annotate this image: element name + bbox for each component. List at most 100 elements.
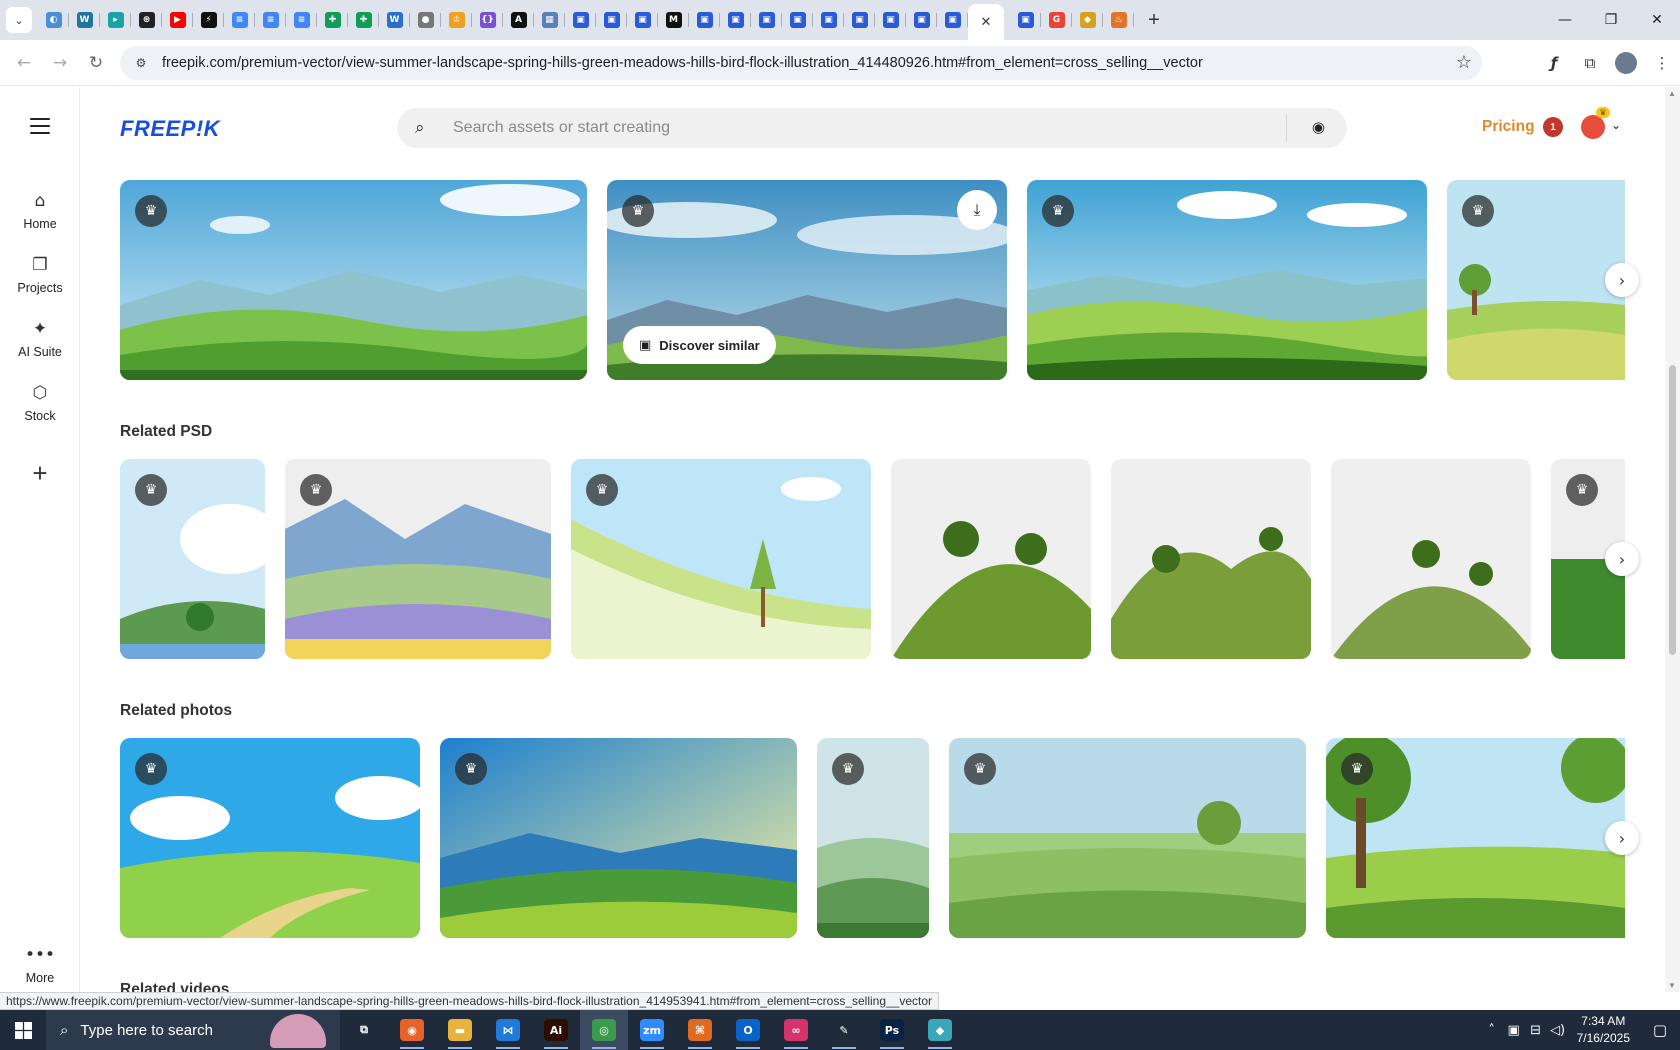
- scrollbar-thumb[interactable]: [1669, 365, 1676, 655]
- vector-card[interactable]: ♛: [1447, 180, 1625, 380]
- taskbar-app[interactable]: ∞: [772, 1010, 820, 1050]
- camera-search-icon[interactable]: ◉: [1312, 118, 1325, 136]
- browser-tab[interactable]: ▣: [875, 0, 906, 40]
- extension-f-icon[interactable]: ƒ: [1536, 45, 1572, 81]
- page-scrollbar[interactable]: ▲ ▼: [1665, 87, 1680, 992]
- taskbar-app[interactable]: Ps: [868, 1010, 916, 1050]
- notification-badge[interactable]: 1: [1543, 117, 1563, 137]
- taskbar-app[interactable]: O: [724, 1010, 772, 1050]
- windows-start-icon[interactable]: [0, 1010, 46, 1050]
- browser-tab[interactable]: ▣: [937, 0, 968, 40]
- browser-tab[interactable]: W: [69, 0, 100, 40]
- address-bar[interactable]: ⚙ freepik.com/premium-vector/view-summer…: [120, 46, 1482, 80]
- browser-tab[interactable]: ✚: [348, 0, 379, 40]
- browser-tab[interactable]: ▣: [906, 0, 937, 40]
- minimize-icon[interactable]: —: [1542, 0, 1588, 40]
- sidebar-item-home[interactable]: ⌂ Home: [0, 191, 80, 231]
- browser-tab[interactable]: ◆: [1072, 0, 1103, 40]
- vector-card[interactable]: ♛: [120, 180, 587, 380]
- bookmark-star-icon[interactable]: ☆: [1456, 52, 1472, 73]
- psd-card[interactable]: ♛: [285, 459, 551, 659]
- taskbar-app[interactable]: ▬: [436, 1010, 484, 1050]
- vector-card[interactable]: ♛ ⤓ ▣ Discover similar: [607, 180, 1007, 380]
- browser-tab[interactable]: ▸: [100, 0, 131, 40]
- browser-tab[interactable]: ▣: [596, 0, 627, 40]
- browser-tab[interactable]: A: [503, 0, 534, 40]
- scroll-down-icon[interactable]: ▼: [1668, 981, 1676, 990]
- chevron-up-icon[interactable]: ˄: [1481, 1023, 1503, 1038]
- notifications-icon[interactable]: ▢: [1640, 1021, 1680, 1039]
- taskbar-app[interactable]: zm: [628, 1010, 676, 1050]
- taskbar-app[interactable]: ⋈: [484, 1010, 532, 1050]
- photo-card[interactable]: ♛: [1326, 738, 1625, 938]
- browser-tab[interactable]: ▣: [844, 0, 875, 40]
- pricing-link[interactable]: Pricing: [1482, 118, 1535, 136]
- extensions-puzzle-icon[interactable]: ⧉: [1572, 45, 1608, 81]
- taskbar-app[interactable]: ⧉: [340, 1010, 388, 1050]
- browser-tab[interactable]: W: [379, 0, 410, 40]
- active-tab[interactable]: ✕: [968, 4, 1004, 40]
- profile-avatar[interactable]: [1615, 52, 1637, 74]
- browser-tab[interactable]: ◐: [38, 0, 69, 40]
- restore-icon[interactable]: ❐: [1588, 0, 1634, 40]
- carousel-next-button[interactable]: ›: [1605, 821, 1639, 855]
- sidebar-item-ai-suite[interactable]: ✦ AI Suite: [0, 319, 80, 359]
- sidebar-item-more[interactable]: ••• More: [0, 945, 80, 985]
- psd-card[interactable]: ♛: [571, 459, 871, 659]
- browser-tab[interactable]: ▣: [1010, 0, 1041, 40]
- sidebar-item-projects[interactable]: ❐ Projects: [0, 255, 80, 295]
- browser-tab[interactable]: ▶: [162, 0, 193, 40]
- taskbar-app[interactable]: ◎: [580, 1010, 628, 1050]
- scroll-up-icon[interactable]: ▲: [1668, 89, 1676, 98]
- taskbar-search[interactable]: ⌕ Type here to search: [46, 1010, 340, 1050]
- chevron-down-icon[interactable]: ⌄: [1611, 118, 1621, 132]
- browser-tab[interactable]: ⚡: [193, 0, 224, 40]
- carousel-next-button[interactable]: ›: [1605, 263, 1639, 297]
- browser-tab[interactable]: ▣: [627, 0, 658, 40]
- reload-icon[interactable]: ↻: [78, 45, 114, 81]
- browser-tab[interactable]: {}: [472, 0, 503, 40]
- browser-tab[interactable]: ▣: [565, 0, 596, 40]
- browser-tab[interactable]: ⊛: [131, 0, 162, 40]
- search-input[interactable]: [453, 108, 1253, 148]
- taskbar-app[interactable]: ✎: [820, 1010, 868, 1050]
- browser-tab[interactable]: G: [1041, 0, 1072, 40]
- browser-tab[interactable]: ▣: [782, 0, 813, 40]
- download-icon[interactable]: ⤓: [957, 190, 997, 230]
- browser-tab[interactable]: ≡: [286, 0, 317, 40]
- url-text[interactable]: freepik.com/premium-vector/view-summer-l…: [162, 55, 1203, 71]
- meet-now-icon[interactable]: ▣: [1503, 1023, 1525, 1038]
- psd-card[interactable]: [1331, 459, 1531, 659]
- site-settings-icon[interactable]: ⚙: [126, 56, 156, 70]
- browser-tab[interactable]: ♨: [1103, 0, 1134, 40]
- sidebar-item-stock[interactable]: ⬡ Stock: [0, 383, 80, 423]
- tab-search-icon[interactable]: ⌄: [6, 7, 32, 33]
- forward-icon[interactable]: →: [42, 45, 78, 81]
- volume-icon[interactable]: ◁): [1547, 1023, 1569, 1038]
- user-avatar[interactable]: ♛: [1581, 107, 1610, 139]
- browser-tab[interactable]: ▣: [720, 0, 751, 40]
- network-icon[interactable]: ⊟: [1525, 1023, 1547, 1038]
- browser-tab[interactable]: ●: [410, 0, 441, 40]
- freepik-logo[interactable]: FREEP!K: [120, 116, 220, 142]
- close-tab-icon[interactable]: ✕: [981, 15, 992, 30]
- browser-tab[interactable]: ≡: [224, 0, 255, 40]
- taskbar-app[interactable]: Ai: [532, 1010, 580, 1050]
- taskbar-app[interactable]: ⌘: [676, 1010, 724, 1050]
- new-tab-button[interactable]: +: [1140, 6, 1168, 34]
- photo-card[interactable]: ♛: [817, 738, 929, 938]
- psd-card[interactable]: [1111, 459, 1311, 659]
- hamburger-menu-icon[interactable]: [30, 118, 50, 139]
- browser-tab[interactable]: ▣: [689, 0, 720, 40]
- discover-similar-button[interactable]: ▣ Discover similar: [623, 326, 776, 364]
- psd-card[interactable]: [891, 459, 1091, 659]
- browser-tab[interactable]: M: [658, 0, 689, 40]
- browser-tab[interactable]: ▣: [751, 0, 782, 40]
- taskbar-app[interactable]: ◆: [916, 1010, 964, 1050]
- photo-card[interactable]: ♛: [440, 738, 797, 938]
- browser-tab[interactable]: ▣: [813, 0, 844, 40]
- taskbar-app[interactable]: ◉: [388, 1010, 436, 1050]
- browser-tab[interactable]: ✚: [317, 0, 348, 40]
- close-window-icon[interactable]: ✕: [1634, 0, 1680, 40]
- vector-card[interactable]: ♛: [1027, 180, 1427, 380]
